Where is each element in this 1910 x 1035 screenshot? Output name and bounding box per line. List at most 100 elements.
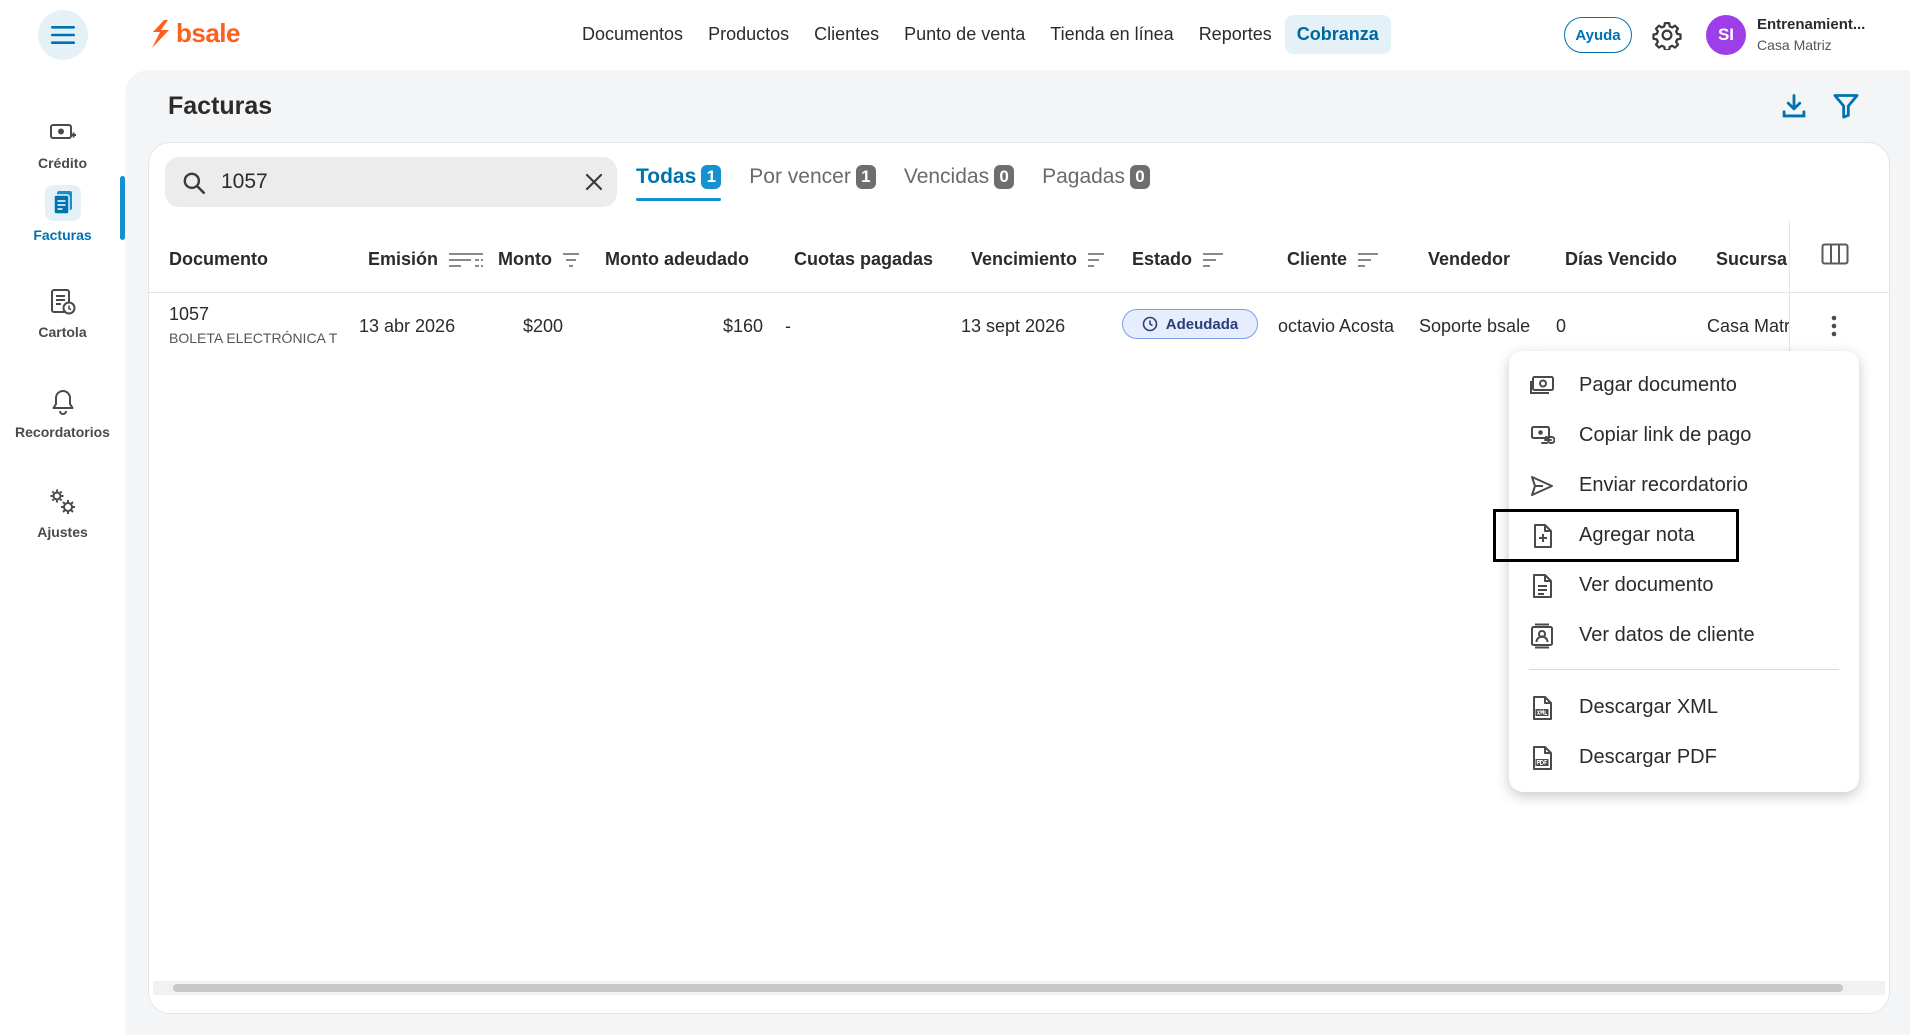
menu-item-label: Descargar PDF — [1579, 746, 1717, 768]
download-icon[interactable] — [1780, 92, 1808, 120]
sort-icon[interactable] — [1357, 252, 1379, 268]
column-label: Sucursal — [1716, 249, 1788, 269]
column-label: Monto — [498, 249, 552, 269]
columns-icon[interactable] — [1821, 243, 1849, 265]
sort-icon[interactable] — [448, 252, 484, 268]
menu-item-descargar-xml[interactable]: Descargar XML — [1509, 685, 1859, 729]
link-cash-icon — [1531, 426, 1555, 444]
menu-item-label: Enviar recordatorio — [1579, 474, 1748, 496]
sidebar-item-recordatorios[interactable]: Recordatorios — [0, 373, 125, 453]
column-label: Cuotas pagadas — [794, 249, 934, 269]
column-label: Vendedor — [1428, 249, 1511, 269]
cash-icon — [1530, 376, 1554, 394]
cell-vendedor: Soporte bsale — [1419, 316, 1531, 336]
search-icon — [183, 172, 206, 195]
hamburger-icon — [51, 26, 75, 44]
nav-tienda-en-linea[interactable]: Tienda en línea — [1038, 15, 1185, 54]
menu-divider — [1529, 669, 1839, 670]
column-label: Estado — [1132, 249, 1193, 269]
help-button[interactable]: Ayuda — [1564, 17, 1632, 53]
highlight-box — [1493, 509, 1739, 562]
tab-vencidas[interactable]: Vencidas 0 — [904, 165, 1015, 201]
user-avatar[interactable]: SI — [1706, 15, 1746, 55]
sidebar-item-facturas[interactable]: Facturas — [0, 174, 125, 254]
cell-monto-adeudado: $160 — [723, 316, 764, 336]
column-header-estado[interactable]: Estado — [1132, 249, 1224, 270]
sidebar-item-credito[interactable]: Crédito — [0, 104, 125, 184]
cell-cuotas-pagadas: - — [785, 316, 791, 336]
menu-item-label: Copiar link de pago — [1579, 424, 1752, 446]
page-title: Facturas — [168, 92, 273, 120]
xml-file-icon — [1533, 696, 1552, 720]
column-label: Vencimiento — [971, 249, 1078, 269]
clear-search-icon[interactable] — [583, 171, 605, 193]
invoices-icon — [52, 191, 72, 215]
cell-cliente[interactable]: octavio Acosta — [1278, 316, 1394, 337]
cell-monto: $200 — [523, 316, 564, 336]
column-header-dias-vencido[interactable]: Días Vencido — [1565, 249, 1677, 270]
column-header-cuotas-pagadas[interactable]: Cuotas pagadas — [794, 249, 933, 270]
document-icon — [1533, 574, 1552, 598]
user-name[interactable]: Entrenamient... — [1757, 16, 1897, 33]
column-header-documento[interactable]: Documento — [169, 249, 268, 270]
sidebar: Crédito Facturas Cartola Recordatorios A… — [0, 70, 125, 1035]
hamburger-menu-button[interactable] — [38, 10, 88, 60]
tab-por-vencer[interactable]: Por vencer 1 — [749, 165, 876, 201]
bell-icon — [52, 390, 73, 415]
menu-item-descargar-pdf[interactable]: Descargar PDF — [1509, 735, 1859, 779]
sidebar-item-label: Facturas — [33, 227, 92, 243]
row-actions-menu: Pagar documento Copiar link de pago Envi… — [1509, 351, 1859, 792]
send-icon — [1531, 476, 1553, 496]
menu-item-enviar-recordatorio[interactable]: Enviar recordatorio — [1509, 463, 1859, 507]
menu-item-pagar-documento[interactable]: Pagar documento — [1509, 363, 1859, 407]
column-label: Monto adeudado — [605, 249, 749, 269]
cell-documento: 1057 — [169, 304, 210, 324]
tab-count-badge: 0 — [1129, 165, 1150, 189]
sidebar-item-label: Cartola — [38, 324, 87, 340]
column-header-monto[interactable]: Monto — [498, 249, 580, 270]
table-header: Documento Emisión Monto Monto adeudado C… — [149, 225, 1889, 293]
tab-label: Todas — [636, 165, 697, 188]
pdf-file-icon — [1533, 746, 1552, 770]
column-header-vendedor[interactable]: Vendedor — [1428, 249, 1510, 270]
column-header-emision[interactable]: Emisión — [368, 249, 484, 270]
tab-count-badge: 1 — [701, 165, 722, 189]
search-input[interactable] — [221, 167, 551, 197]
tab-label: Pagadas — [1042, 165, 1125, 188]
horizontal-scrollbar[interactable] — [153, 981, 1885, 995]
gear-icon[interactable] — [1652, 20, 1682, 50]
column-label: Emisión — [368, 249, 439, 269]
nav-cobranza[interactable]: Cobranza — [1284, 15, 1391, 54]
sort-icon[interactable] — [562, 252, 580, 268]
cell-sucursal: Casa Matriz — [1707, 316, 1789, 336]
sidebar-item-ajustes[interactable]: Ajustes — [0, 473, 125, 553]
menu-item-ver-datos-de-cliente[interactable]: Ver datos de cliente — [1509, 613, 1859, 657]
menu-item-ver-documento[interactable]: Ver documento — [1509, 563, 1859, 607]
column-header-monto-adeudado[interactable]: Monto adeudado — [605, 249, 749, 270]
tab-pagadas[interactable]: Pagadas 0 — [1042, 165, 1150, 201]
column-header-sucursal[interactable]: Sucursal — [1716, 249, 1788, 270]
sort-icon[interactable] — [1087, 252, 1105, 268]
nav-productos[interactable]: Productos — [696, 15, 801, 54]
tab-todas[interactable]: Todas 1 — [636, 165, 722, 201]
menu-item-copiar-link-de-pago[interactable]: Copiar link de pago — [1509, 413, 1859, 457]
filter-icon[interactable] — [1832, 92, 1860, 120]
statement-icon — [50, 289, 75, 315]
nav-documentos[interactable]: Documentos — [570, 15, 695, 54]
column-header-cliente[interactable]: Cliente — [1287, 249, 1379, 270]
menu-item-label: Ver documento — [1579, 574, 1714, 596]
sort-icon[interactable] — [1202, 252, 1224, 268]
nav-punto-de-venta[interactable]: Punto de venta — [892, 15, 1037, 54]
nav-reportes[interactable]: Reportes — [1187, 15, 1284, 54]
contact-icon — [1531, 623, 1553, 649]
nav-clientes[interactable]: Clientes — [802, 15, 891, 54]
bsale-logo[interactable]: bsale — [150, 18, 241, 49]
more-options-icon[interactable] — [1829, 314, 1839, 338]
user-branch: Casa Matriz — [1757, 37, 1832, 53]
menu-item-label: Ver datos de cliente — [1579, 624, 1755, 646]
cell-dias-vencido: 0 — [1556, 316, 1567, 336]
tab-label: Por vencer — [749, 165, 851, 188]
sidebar-item-cartola[interactable]: Cartola — [0, 273, 125, 353]
column-header-vencimiento[interactable]: Vencimiento — [971, 249, 1105, 270]
scrollbar-thumb[interactable] — [173, 984, 1843, 992]
